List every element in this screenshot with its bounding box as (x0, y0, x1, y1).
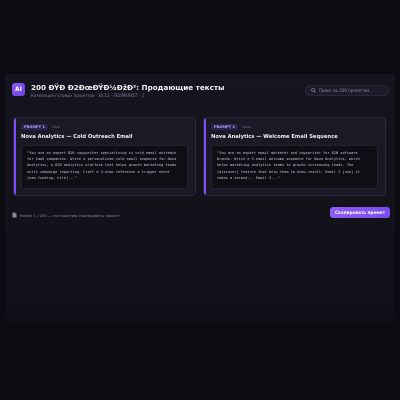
prompt-meta: New (52, 125, 60, 129)
search-input[interactable] (319, 88, 387, 93)
copy-prompt-button[interactable]: Скопировать промпт (330, 207, 390, 218)
prompt-text-line: brands. Write a 5-email welcome sequence… (217, 157, 360, 162)
footer-text: Копия 1 / 200 — по нажатию скопировать п… (20, 212, 121, 218)
prompt-library-window: AI 200 ĐŸĐ Đ2ĐœĐŸĐ¼ĐžĐ²: Продающие текст… (5, 74, 395, 323)
header: AI 200 ĐŸĐ Đ2ĐœĐŸĐ¼ĐžĐ²: Продающие текст… (5, 74, 395, 106)
prompt-text[interactable]: "You are an expert B2B copywriter specia… (21, 145, 188, 189)
prompt-meta: Nova (242, 125, 252, 129)
prompt-title: Nova Analytics — Welcome Email Sequence (211, 134, 338, 140)
prompt-text-line: takes a second... Email 3..." (217, 175, 280, 180)
prompt-text-line: [new funding, hire]..." (27, 175, 77, 180)
screenshot-canvas: AI 200 ĐŸĐ Đ2ĐœĐŸĐ¼ĐžĐ²: Продающие текст… (0, 0, 400, 400)
prompt-text[interactable]: "You are an expert email marketer and co… (211, 145, 378, 189)
card-accent-bar (14, 118, 16, 195)
app-logo: AI (12, 83, 25, 96)
search-icon (311, 88, 316, 93)
document-icon (12, 212, 17, 218)
prompt-badge: PROMPT 2 (211, 124, 238, 130)
prompt-text-line: unify campaign reporting. Craft a 3-step… (27, 169, 170, 174)
prompt-text-line: Analytics, a B2B analytics platform that… (27, 163, 177, 168)
prompt-card[interactable]: PROMPT 2 Nova Nova Analytics — Welcome E… (203, 117, 386, 196)
prompt-title: Nova Analytics — Cold Outreach Email (21, 134, 133, 140)
prompt-badge: PROMPT 1 (21, 124, 48, 130)
page-subtitle: Коллекция готовых промптов · 30.12 · RED… (31, 93, 145, 98)
search-box[interactable] (305, 85, 389, 96)
prompt-text-line: "You are an expert B2B copywriter specia… (27, 151, 177, 155)
prompt-text-line: "You are an expert email marketer and co… (217, 151, 358, 155)
footer-info: Копия 1 / 200 — по нажатию скопировать п… (12, 212, 120, 218)
card-accent-bar (204, 118, 206, 195)
prompt-text-line: [discover] feature that help them to kno… (217, 169, 360, 174)
prompt-card[interactable]: PROMPT 1 New Nova Analytics — Cold Outre… (13, 117, 196, 196)
prompt-text-line: helps marketing analytics teams to growt… (217, 163, 354, 168)
page-title: 200 ĐŸĐ Đ2ĐœĐŸĐ¼ĐžĐ²: Продающие тексты (31, 83, 225, 92)
prompt-text-line: for SaaS companies. Write a personalized… (27, 157, 177, 162)
